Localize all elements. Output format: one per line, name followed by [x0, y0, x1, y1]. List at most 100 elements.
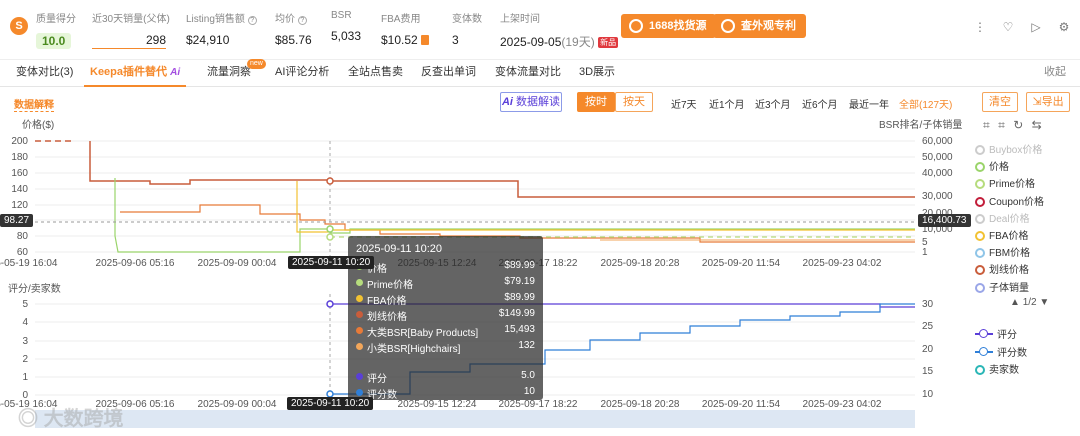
pager-prev-icon[interactable]: ▲: [1010, 297, 1020, 308]
bottom-ytick-right: 25: [922, 321, 934, 332]
pager-next-icon[interactable]: ▼: [1039, 297, 1049, 308]
legend-item[interactable]: Prime价格: [975, 175, 1035, 190]
info-icon[interactable]: ?: [297, 16, 307, 25]
tab-keepa[interactable]: Keepa插件替代 Ai: [84, 60, 187, 87]
tooltip-row-value: $149.99: [498, 308, 535, 319]
stat-listed-label: 上架时间: [500, 14, 540, 25]
legend-item[interactable]: Coupon价格: [975, 193, 1044, 208]
quality-score-badge: 10.0: [36, 33, 72, 49]
legend-item[interactable]: Buybox价格: [975, 141, 1042, 156]
collapse-link[interactable]: 收起: [1044, 60, 1066, 87]
time-scrollbar: [35, 410, 915, 428]
swap-icon[interactable]: ⇆: [1032, 118, 1042, 132]
tab-3d[interactable]: 3D展示: [579, 60, 615, 87]
patent-search-label: 查外观专利: [741, 20, 796, 32]
find-source-label: 1688找货源: [649, 20, 707, 32]
legend-label: Buybox价格: [989, 145, 1043, 156]
legend-ring-icon: [979, 329, 988, 338]
tooltip-dot: [356, 389, 363, 396]
tooltip-row-name: 小类BSR[Highchairs]: [367, 344, 461, 355]
bottom-ytick-right: 20: [922, 344, 934, 355]
data-explain-link[interactable]: 数据解释: [14, 96, 54, 112]
tab-traffic-insight[interactable]: 流量洞察 new: [207, 59, 266, 87]
tooltip-row-name: 评分: [367, 374, 387, 385]
tab-ai-review[interactable]: AI评论分析: [275, 60, 329, 87]
stat-variants-label: 变体数: [452, 14, 482, 25]
stat-avg-price-label: 均价: [275, 14, 295, 25]
tab-variant-compare[interactable]: 变体对比(3): [16, 60, 73, 87]
stat-quality-label: 质量得分: [36, 14, 76, 25]
legend-label: FBA价格: [989, 231, 1029, 242]
legend-label: 划线价格: [989, 265, 1029, 277]
watermark: ◎ 大数跨境: [18, 402, 124, 431]
stat-listing-sales: Listing销售额 ? $24,910: [186, 10, 257, 47]
bottom-ytick-right: 30: [922, 299, 934, 310]
tooltip-row: 小类BSR[Highchairs] 132: [356, 340, 535, 355]
ai-interpret-button[interactable]: Ai 数据解读: [500, 92, 562, 112]
legend-item[interactable]: Deal价格: [975, 210, 1030, 225]
range-all[interactable]: 全部(127天): [899, 96, 952, 111]
stat-listed-value: 2025-09-05: [500, 35, 562, 49]
range-3m[interactable]: 近3个月: [755, 96, 791, 111]
tab-all-sites[interactable]: 全站点售卖: [348, 60, 403, 87]
bottom-xtick: 2025-09-15 12:24: [398, 399, 477, 410]
by-hour-button[interactable]: 按时: [577, 92, 615, 112]
legend-pager[interactable]: ▲ 1/2 ▼: [1010, 297, 1049, 308]
tooltip-row: FBA价格 $89.99: [356, 292, 535, 307]
range-1y[interactable]: 最近一年: [849, 96, 889, 111]
tooltip-row-value: $79.19: [504, 276, 535, 287]
by-day-button[interactable]: 按天: [615, 92, 653, 112]
stat-sales30-value[interactable]: 298: [92, 33, 166, 49]
tooltip-row-value: 10: [523, 386, 535, 397]
tab-traffic-insight-label: 流量洞察: [207, 66, 251, 78]
zoom-out-icon[interactable]: ⌗: [998, 118, 1005, 132]
legend-item[interactable]: 评分数: [975, 344, 1027, 359]
stat-listed-days: (19天): [561, 35, 595, 49]
tooltip-dot: [356, 295, 363, 302]
find-source-button[interactable]: 1688找货源: [621, 14, 717, 38]
top-xtick: 2025-05-19 16:04: [0, 258, 58, 269]
legend-marker-icon: [975, 231, 985, 241]
legend-item[interactable]: 子体销量: [975, 279, 1029, 294]
watermark-text: 大数跨境: [43, 408, 124, 430]
tab-reverse-keywords[interactable]: 反查出单词: [421, 60, 476, 87]
top-xtick: 2025-09-06 05:16: [96, 258, 175, 269]
stat-listed: 上架时间 2025-09-05(19天) 新品: [500, 10, 619, 50]
legend-item[interactable]: 评分: [975, 326, 1017, 341]
calculator-icon[interactable]: [421, 35, 430, 45]
export-button[interactable]: ⇲导出: [1026, 92, 1070, 112]
tooltip-row-value: 132: [518, 340, 535, 351]
bottom-xtick: 2025-09-09 00:04: [198, 399, 277, 410]
legend-item[interactable]: 划线价格: [975, 261, 1029, 276]
legend-marker-icon: [975, 248, 985, 259]
zoom-in-icon[interactable]: ⌗: [983, 118, 990, 132]
patent-search-button[interactable]: 查外观专利: [713, 14, 806, 38]
stat-avg-price-value: $85.76: [275, 33, 312, 47]
stat-sales30: 近30天销量(父体) 298: [92, 10, 170, 49]
legend-item[interactable]: 卖家数: [975, 361, 1019, 376]
bottom-ytick-left: 1: [22, 372, 28, 383]
legend-marker-icon: [975, 365, 985, 375]
top-xtick: 2025-09-23 04:02: [803, 258, 882, 269]
legend-label: 卖家数: [989, 365, 1019, 376]
range-7d[interactable]: 近7天: [671, 96, 697, 111]
legend-item[interactable]: FBA价格: [975, 227, 1028, 242]
tab-variant-traffic[interactable]: 变体流量对比: [495, 60, 561, 87]
heart-icon[interactable]: ♡: [998, 18, 1018, 36]
refresh-icon[interactable]: ↻: [1013, 118, 1023, 132]
bottom-ytick-left: 3: [22, 336, 28, 347]
legend-item[interactable]: FBM价格: [975, 244, 1030, 259]
marker-left: 98.27: [0, 214, 34, 227]
range-6m[interactable]: 近6个月: [802, 96, 838, 111]
stat-variants: 变体数 3: [452, 10, 482, 47]
range-1m[interactable]: 近1个月: [709, 96, 745, 111]
chart-tools: ⌗ ⌗ ↻ ⇆: [983, 118, 1042, 133]
ai-interpret-label: 数据解读: [516, 96, 561, 108]
info-icon[interactable]: ?: [247, 16, 257, 25]
gear-icon[interactable]: ⚙: [1054, 18, 1074, 36]
more-icon[interactable]: ⋮: [970, 18, 990, 36]
video-icon[interactable]: ▷: [1026, 18, 1046, 36]
clear-button[interactable]: 清空: [982, 92, 1018, 112]
legend-item[interactable]: 价格: [975, 158, 1009, 173]
marker-right: 16,400.73: [918, 214, 971, 227]
